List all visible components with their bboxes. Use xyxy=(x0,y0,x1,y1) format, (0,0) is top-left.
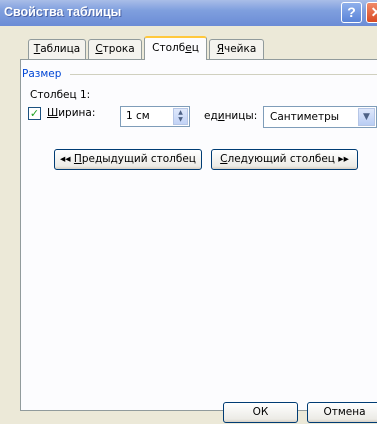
check-icon: ✓ xyxy=(29,107,40,120)
width-label: Ширина: xyxy=(47,107,96,119)
width-checkbox[interactable]: ✓ xyxy=(28,107,41,120)
units-value: Сантиметры xyxy=(270,111,340,123)
width-spinner[interactable]: ▲ ▼ xyxy=(173,108,188,125)
tab-table[interactable]: Таблица xyxy=(28,39,86,59)
group-divider xyxy=(70,74,377,75)
column-number-label: Столбец 1: xyxy=(30,89,91,101)
window-title: Свойства таблицы xyxy=(4,5,122,19)
help-icon: ? xyxy=(347,4,356,20)
help-button[interactable]: ? xyxy=(341,2,362,23)
width-input[interactable]: 1 см ▲ ▼ xyxy=(120,106,190,127)
next-column-button[interactable]: Следующий столбец ▸▸ xyxy=(211,149,358,170)
cancel-button[interactable]: Отмена xyxy=(307,402,377,423)
tab-row[interactable]: Строка xyxy=(88,39,142,59)
units-select[interactable]: Сантиметры ▼ xyxy=(263,106,377,128)
tab-column[interactable]: Столбец xyxy=(144,36,207,60)
dropdown-arrow-icon[interactable]: ▼ xyxy=(358,108,375,126)
double-right-arrow-icon: ▸▸ xyxy=(338,153,349,165)
previous-column-button[interactable]: ◂◂ Предыдущий столбец xyxy=(54,149,202,170)
spin-up-icon[interactable]: ▲ xyxy=(174,109,187,116)
width-value: 1 см xyxy=(126,110,150,122)
close-button[interactable]: ✕ xyxy=(366,2,377,23)
title-bar[interactable]: Свойства таблицы ? ✕ xyxy=(0,0,377,26)
ok-button[interactable]: ОК xyxy=(223,402,298,423)
tab-cell[interactable]: Ячейка xyxy=(209,39,264,59)
spin-down-icon[interactable]: ▼ xyxy=(174,116,187,123)
double-left-arrow-icon: ◂◂ xyxy=(60,153,71,165)
units-label: единицы: xyxy=(204,110,258,122)
close-icon: ✕ xyxy=(370,4,377,20)
size-group-label: Размер xyxy=(22,68,62,80)
